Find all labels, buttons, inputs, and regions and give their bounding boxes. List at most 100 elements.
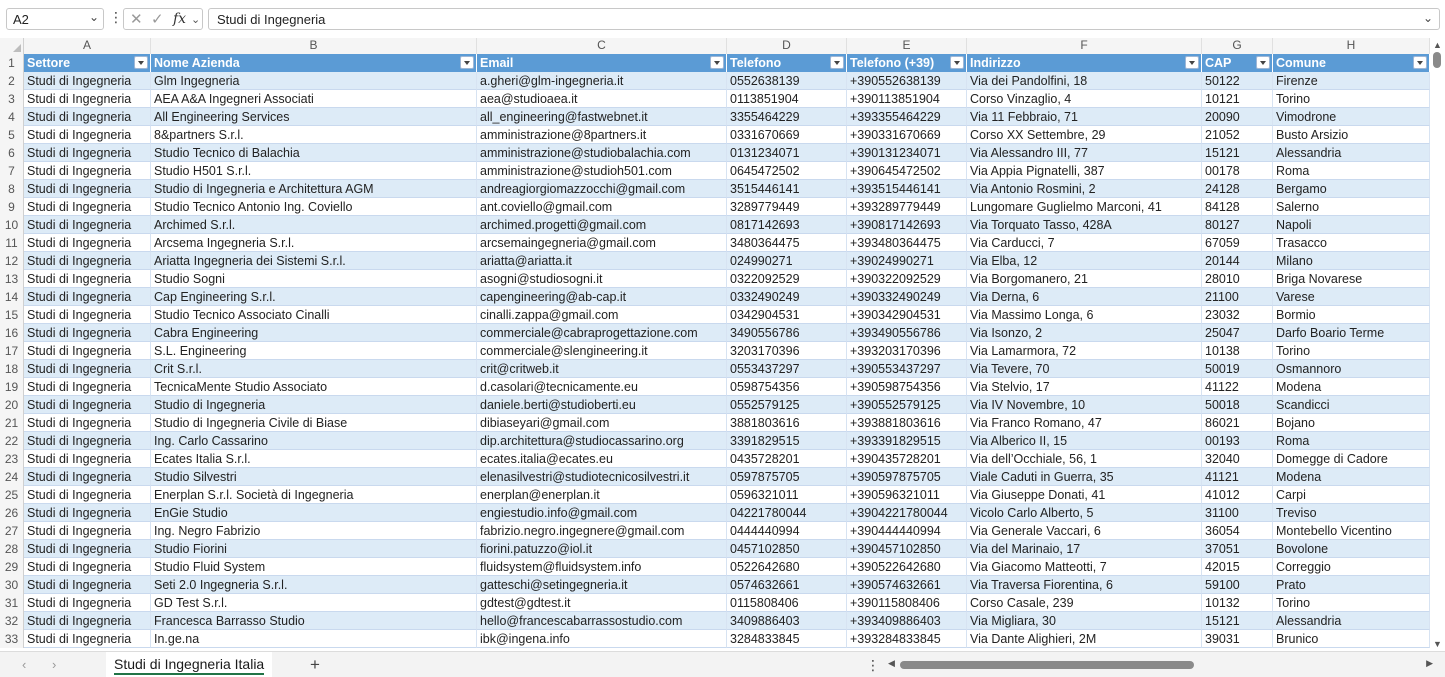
cell-nome-azienda[interactable]: 8&partners S.r.l. <box>151 126 477 144</box>
cell-cap[interactable]: 50019 <box>1202 360 1273 378</box>
row-number[interactable]: 12 <box>0 252 24 270</box>
cell-telefono-39[interactable]: +390332490249 <box>847 288 967 306</box>
cell-telefono-39[interactable]: +390457102850 <box>847 540 967 558</box>
cell-email[interactable]: a.gheri@glm-ingegneria.it <box>477 72 727 90</box>
cell-cap[interactable]: 86021 <box>1202 414 1273 432</box>
column-header-f[interactable]: F <box>967 38 1202 54</box>
cell-settore[interactable]: Studi di Ingegneria <box>24 360 151 378</box>
cell-telefono[interactable]: 0596321011 <box>727 486 847 504</box>
cell-settore[interactable]: Studi di Ingegneria <box>24 288 151 306</box>
row-number[interactable]: 6 <box>0 144 24 162</box>
cell-telefono[interactable]: 0552638139 <box>727 72 847 90</box>
cell-settore[interactable]: Studi di Ingegneria <box>24 378 151 396</box>
cell-comune[interactable]: Firenze <box>1273 72 1430 90</box>
cell-indirizzo[interactable]: Via IV Novembre, 10 <box>967 396 1202 414</box>
cell-comune[interactable]: Modena <box>1273 378 1430 396</box>
cell-comune[interactable]: Osmannoro <box>1273 360 1430 378</box>
row-number[interactable]: 19 <box>0 378 24 396</box>
scroll-up-icon[interactable]: ▲ <box>1433 40 1442 50</box>
cell-telefono-39[interactable]: +390574632661 <box>847 576 967 594</box>
row-number[interactable]: 16 <box>0 324 24 342</box>
cell-telefono[interactable]: 0598754356 <box>727 378 847 396</box>
cell-email[interactable]: amministrazione@studiobalachia.com <box>477 144 727 162</box>
cell-telefono[interactable]: 3409886403 <box>727 612 847 630</box>
cell-comune[interactable]: Bormio <box>1273 306 1430 324</box>
cell-comune[interactable]: Prato <box>1273 576 1430 594</box>
header-cell-settore[interactable]: Settore <box>24 54 151 72</box>
row-number[interactable]: 28 <box>0 540 24 558</box>
cell-email[interactable]: amministrazione@8partners.it <box>477 126 727 144</box>
cell-settore[interactable]: Studi di Ingegneria <box>24 72 151 90</box>
cell-telefono-39[interactable]: +393409886403 <box>847 612 967 630</box>
cell-telefono-39[interactable]: +393391829515 <box>847 432 967 450</box>
cell-email[interactable]: commerciale@cabraprogettazione.com <box>477 324 727 342</box>
column-header-a[interactable]: A <box>24 38 151 54</box>
cell-nome-azienda[interactable]: All Engineering Services <box>151 108 477 126</box>
cell-telefono-39[interactable]: +39024990271 <box>847 252 967 270</box>
cell-telefono[interactable]: 0552579125 <box>727 396 847 414</box>
column-header-c[interactable]: C <box>477 38 727 54</box>
cell-cap[interactable]: 84128 <box>1202 198 1273 216</box>
cell-nome-azienda[interactable]: Crit S.r.l. <box>151 360 477 378</box>
cell-telefono[interactable]: 0115808406 <box>727 594 847 612</box>
cell-telefono-39[interactable]: +393203170396 <box>847 342 967 360</box>
enter-icon[interactable]: ✓ <box>151 10 164 28</box>
cell-settore[interactable]: Studi di Ingegneria <box>24 576 151 594</box>
cell-email[interactable]: asogni@studiosogni.it <box>477 270 727 288</box>
cell-indirizzo[interactable]: Lungomare Guglielmo Marconi, 41 <box>967 198 1202 216</box>
cell-telefono-39[interactable]: +390552638139 <box>847 72 967 90</box>
cell-indirizzo[interactable]: Viale Caduti in Guerra, 35 <box>967 468 1202 486</box>
cell-nome-azienda[interactable]: Enerplan S.r.l. Società di Ingegneria <box>151 486 477 504</box>
cell-telefono-39[interactable]: +390552579125 <box>847 396 967 414</box>
row-number[interactable]: 29 <box>0 558 24 576</box>
cell-cap[interactable]: 20144 <box>1202 252 1273 270</box>
cell-cap[interactable]: 50018 <box>1202 396 1273 414</box>
filter-dropdown-icon[interactable] <box>710 56 724 69</box>
cell-nome-azienda[interactable]: Studio Tecnico Associato Cinalli <box>151 306 477 324</box>
cell-email[interactable]: dip.architettura@studiocassarino.org <box>477 432 727 450</box>
cell-email[interactable]: ecates.italia@ecates.eu <box>477 450 727 468</box>
cell-settore[interactable]: Studi di Ingegneria <box>24 270 151 288</box>
filter-dropdown-icon[interactable] <box>1413 56 1427 69</box>
row-number[interactable]: 20 <box>0 396 24 414</box>
cell-indirizzo[interactable]: Via Traversa Fiorentina, 6 <box>967 576 1202 594</box>
cell-telefono[interactable]: 0574632661 <box>727 576 847 594</box>
cell-telefono-39[interactable]: +390115808406 <box>847 594 967 612</box>
cell-telefono-39[interactable]: +390322092529 <box>847 270 967 288</box>
cell-email[interactable]: gdtest@gdtest.it <box>477 594 727 612</box>
cell-comune[interactable]: Alessandria <box>1273 612 1430 630</box>
cell-cap[interactable]: 42015 <box>1202 558 1273 576</box>
row-number[interactable]: 27 <box>0 522 24 540</box>
cell-comune[interactable]: Busto Arsizio <box>1273 126 1430 144</box>
name-box[interactable]: A2 ⌄ <box>6 8 104 30</box>
cell-email[interactable]: aea@studioaea.it <box>477 90 727 108</box>
cell-settore[interactable]: Studi di Ingegneria <box>24 342 151 360</box>
row-number[interactable]: 18 <box>0 360 24 378</box>
cell-telefono[interactable]: 0817142693 <box>727 216 847 234</box>
cell-email[interactable]: engiestudio.info@gmail.com <box>477 504 727 522</box>
cell-nome-azienda[interactable]: EnGie Studio <box>151 504 477 522</box>
row-number[interactable]: 21 <box>0 414 24 432</box>
filter-dropdown-icon[interactable] <box>1185 56 1199 69</box>
cell-email[interactable]: ibk@ingena.info <box>477 630 727 648</box>
cell-email[interactable]: andreagiorgiomazzocchi@gmail.com <box>477 180 727 198</box>
cell-telefono[interactable]: 3515446141 <box>727 180 847 198</box>
cell-cap[interactable]: 20090 <box>1202 108 1273 126</box>
cell-indirizzo[interactable]: Via dell’Occhiale, 56, 1 <box>967 450 1202 468</box>
cell-telefono[interactable]: 3881803616 <box>727 414 847 432</box>
cell-indirizzo[interactable]: Via Borgomanero, 21 <box>967 270 1202 288</box>
header-cell-indirizzo[interactable]: Indirizzo <box>967 54 1202 72</box>
cell-email[interactable]: fluidsystem@fluidsystem.info <box>477 558 727 576</box>
cell-email[interactable]: ant.coviello@gmail.com <box>477 198 727 216</box>
cell-indirizzo[interactable]: Via Dante Alighieri, 2M <box>967 630 1202 648</box>
cell-email[interactable]: crit@critweb.it <box>477 360 727 378</box>
filter-dropdown-icon[interactable] <box>1256 56 1270 69</box>
cell-settore[interactable]: Studi di Ingegneria <box>24 468 151 486</box>
cell-telefono[interactable]: 0331670669 <box>727 126 847 144</box>
cell-telefono[interactable]: 0457102850 <box>727 540 847 558</box>
cell-email[interactable]: d.casolari@tecnicamente.eu <box>477 378 727 396</box>
row-number[interactable]: 32 <box>0 612 24 630</box>
row-number[interactable]: 11 <box>0 234 24 252</box>
cell-cap[interactable]: 28010 <box>1202 270 1273 288</box>
cell-comune[interactable]: Milano <box>1273 252 1430 270</box>
